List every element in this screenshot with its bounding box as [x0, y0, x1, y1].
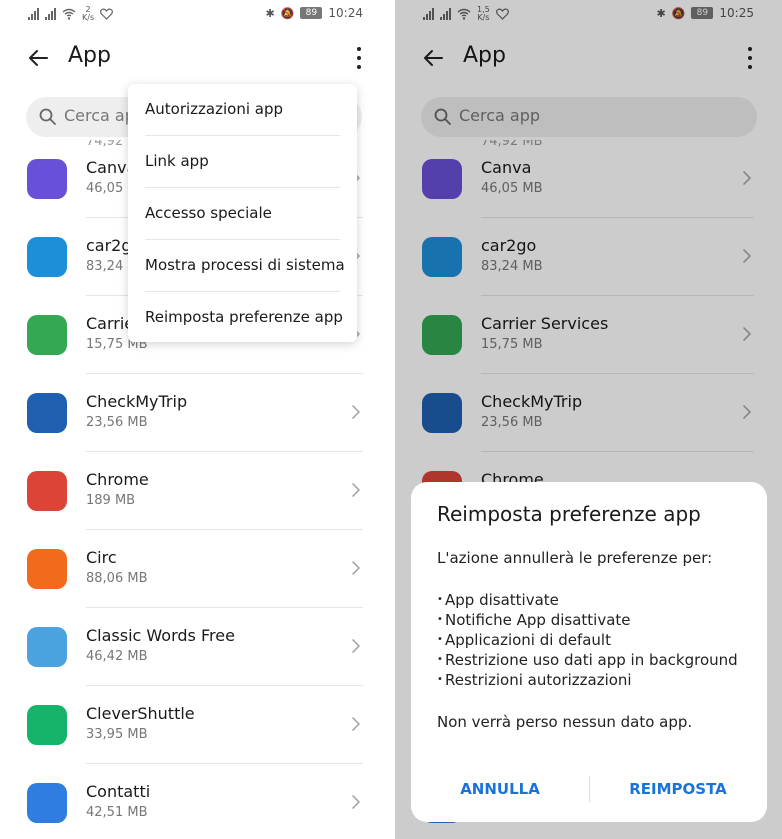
- bluetooth-icon: ✱: [265, 6, 275, 20]
- classic-words-icon: [27, 627, 67, 667]
- dialog-note: Non verrà perso nessun dato app.: [437, 713, 693, 731]
- menu-item-app-links[interactable]: Link app: [145, 136, 340, 188]
- dialog-bullet: Notifiche App disattivate: [437, 610, 741, 630]
- car2go-icon: [27, 237, 67, 277]
- app-list-item[interactable]: CleverShuttle 33,95 MB: [0, 686, 391, 764]
- right-screen: 1,5 K/s ✱ 🔕 89 10:25 App Cerca app 74,92 …: [391, 0, 782, 839]
- chevron-right-icon: [352, 405, 360, 419]
- checkmytrip-icon: [27, 393, 67, 433]
- battery-icon: 89: [300, 7, 323, 19]
- chevron-right-icon: [352, 639, 360, 653]
- dialog-title: Reimposta preferenze app: [437, 502, 701, 526]
- network-speed: 2 K/s: [82, 5, 95, 22]
- back-arrow-icon[interactable]: [26, 46, 50, 70]
- page-title: App: [68, 43, 111, 68]
- dialog-intro: L'azione annullerà le preferenze per:: [437, 549, 713, 567]
- dialog-bullet: App disattivate: [437, 590, 741, 610]
- app-list-item[interactable]: Classic Words Free 46,42 MB: [0, 608, 391, 686]
- chevron-right-icon: [352, 561, 360, 575]
- app-size: 189 MB: [86, 493, 136, 508]
- app-name: CheckMyTrip: [86, 392, 188, 411]
- dialog-bullet-list: App disattivate Notifiche App disattivat…: [437, 590, 741, 690]
- cancel-button[interactable]: ANNULLA: [411, 774, 589, 804]
- app-name: Contatti: [86, 782, 151, 801]
- app-name: Chrome: [86, 470, 149, 489]
- search-icon: [39, 108, 56, 125]
- chevron-right-icon: [352, 795, 360, 809]
- clevershuttle-icon: [27, 705, 67, 745]
- app-bar: App: [0, 38, 391, 78]
- left-screen: 2 K/s ✱ 🔕 89 10:24 App Cerca app 74,92 MB…: [0, 0, 391, 839]
- circ-icon: [27, 549, 67, 589]
- app-list-item[interactable]: Circ 88,06 MB: [0, 530, 391, 608]
- dialog-bullet: Restrizione uso dati app in background: [437, 650, 741, 670]
- reset-preferences-dialog: Reimposta preferenze app L'azione annull…: [411, 482, 767, 822]
- chevron-right-icon: [352, 483, 360, 497]
- clock: 10:24: [328, 6, 363, 20]
- mute-icon: 🔕: [280, 6, 295, 20]
- menu-item-special-access[interactable]: Accesso speciale: [145, 188, 340, 240]
- app-name: CleverShuttle: [86, 704, 195, 723]
- canva-icon: [27, 159, 67, 199]
- status-bar: 2 K/s ✱ 🔕 89 10:24: [0, 0, 391, 28]
- app-size: 46,42 MB: [86, 649, 148, 664]
- wifi-icon: [62, 8, 76, 20]
- app-list-item[interactable]: CheckMyTrip 23,56 MB: [0, 374, 391, 452]
- app-list-item[interactable]: Contatti 42,51 MB: [0, 764, 391, 839]
- app-list-item[interactable]: Chrome 189 MB: [0, 452, 391, 530]
- more-options-icon[interactable]: [353, 44, 365, 72]
- dialog-buttons: ANNULLA REIMPOSTA: [411, 774, 767, 804]
- menu-item-show-system-processes[interactable]: Mostra processi di sistema: [145, 240, 345, 292]
- app-name: Circ: [86, 548, 117, 567]
- health-icon: [100, 8, 114, 20]
- app-size: 33,95 MB: [86, 727, 148, 742]
- signal-icon: [28, 8, 39, 20]
- menu-item-reset-app-preferences[interactable]: Reimposta preferenze app: [145, 292, 343, 344]
- chevron-right-icon: [352, 717, 360, 731]
- chrome-icon: [27, 471, 67, 511]
- app-size: 88,06 MB: [86, 571, 148, 586]
- overflow-menu: Autorizzazioni app Link app Accesso spec…: [128, 84, 357, 342]
- contacts-icon: [27, 783, 67, 823]
- dialog-bullet: Restrizioni autorizzazioni: [437, 670, 741, 690]
- reset-button[interactable]: REIMPOSTA: [589, 774, 767, 804]
- signal-icon: [45, 8, 56, 20]
- carrier-services-icon: [27, 315, 67, 355]
- dialog-bullet: Applicazioni di default: [437, 630, 741, 650]
- app-size: 42,51 MB: [86, 805, 148, 820]
- app-name: Classic Words Free: [86, 626, 235, 645]
- menu-item-app-permissions[interactable]: Autorizzazioni app: [145, 84, 340, 136]
- app-size: 23,56 MB: [86, 415, 148, 430]
